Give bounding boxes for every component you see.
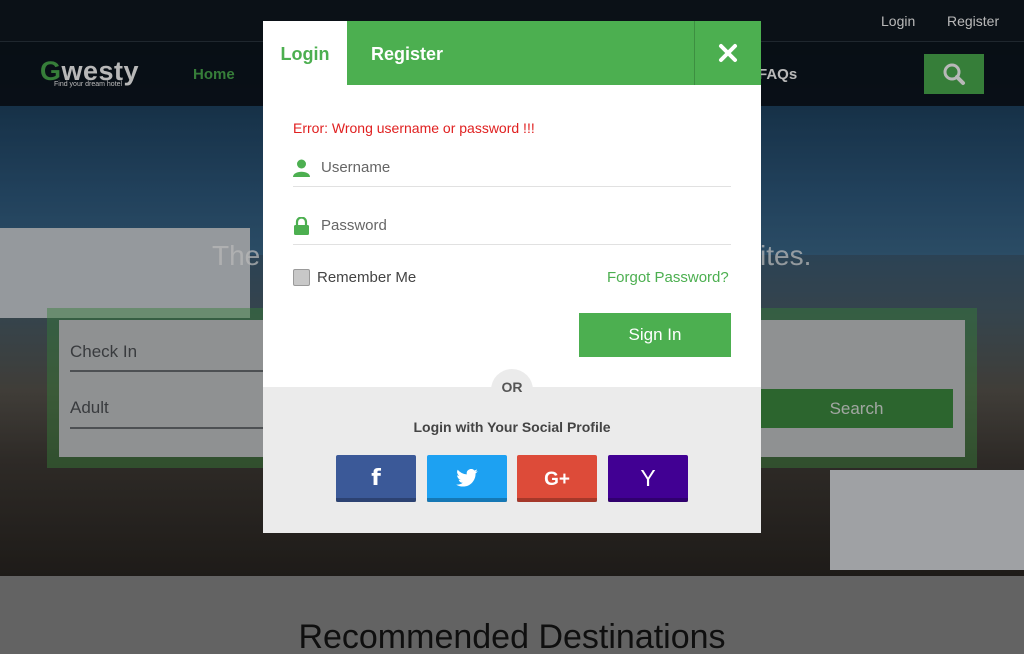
remember-me-label: Remember Me [317,269,417,286]
tab-login[interactable]: Login [263,21,347,85]
google-plus-login-button[interactable]: G+ [517,455,597,502]
login-modal: Login Register Error: Wrong username or … [263,21,761,533]
yahoo-login-button[interactable]: Y [608,455,688,502]
google-plus-icon: G+ [544,469,570,490]
login-error-message: Error: Wrong username or password !!! [293,120,535,136]
close-icon [719,44,737,62]
password-input[interactable] [321,211,721,239]
remember-me-checkbox[interactable] [293,269,310,286]
or-divider: OR [491,369,533,403]
lock-icon [294,217,309,235]
social-login-title: Login with Your Social Profile [413,419,611,435]
twitter-login-button[interactable] [427,455,507,502]
tab-register[interactable]: Register [347,21,467,85]
forgot-password-link[interactable]: Forgot Password? [607,269,729,286]
facebook-login-button[interactable]: f [336,455,416,502]
username-input[interactable] [321,153,721,181]
yahoo-icon: Y [640,465,656,491]
twitter-icon [456,468,478,487]
user-icon [293,159,310,177]
username-row [293,147,731,187]
password-row [293,205,731,245]
facebook-icon: f [371,466,381,491]
close-button[interactable] [694,21,761,85]
sign-in-button[interactable]: Sign In [579,313,731,357]
